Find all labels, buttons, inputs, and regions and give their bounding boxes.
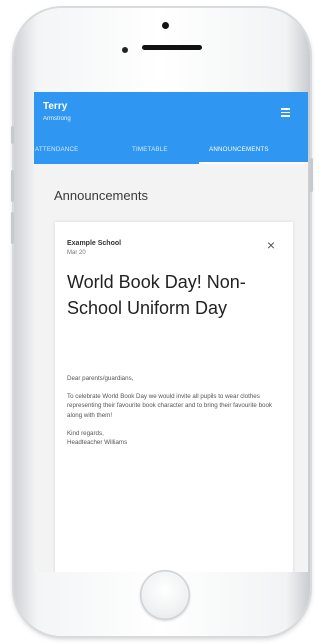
user-subtitle: Armstrong (43, 116, 71, 122)
announcement-message: To celebrate World Book Day we would inv… (67, 393, 272, 419)
user-name: Terry (43, 101, 68, 112)
power-button (310, 158, 313, 192)
menu-icon[interactable] (281, 108, 290, 117)
page-title: Announcements (54, 188, 148, 203)
tab-timetable[interactable]: TIMETABLE (132, 146, 168, 153)
announcement-greeting: Dear parents/guardians, (67, 375, 134, 382)
announcement-title: World Book Day! Non-School Uniform Day (67, 272, 246, 318)
tab-announcements[interactable]: ANNOUNCEMENTS (209, 146, 269, 153)
proximity-sensor (122, 47, 128, 53)
app-screen: Terry Armstrong ATTENDANCE TIMETABLE ANN… (34, 92, 308, 572)
tab-bar: ATTENDANCE TIMETABLE ANNOUNCEMENTS (34, 137, 308, 164)
front-camera (162, 22, 169, 29)
announcement-card: Example School Mar 20 × World Book Day! … (55, 222, 293, 572)
announcement-signoff: Kind regards, (67, 429, 104, 437)
earpiece-speaker (142, 45, 202, 50)
announcement-school: Example School (67, 240, 122, 247)
home-button[interactable] (140, 570, 190, 620)
volume-up-button (11, 170, 14, 202)
announcement-body: Dear parents/guardians, To celebrate Wor… (67, 374, 282, 456)
close-icon[interactable]: × (267, 238, 275, 252)
tab-attendance[interactable]: ATTENDANCE (35, 146, 78, 153)
announcement-signature: Headteacher Williams (67, 439, 128, 447)
announcements-view: Announcements Example School Mar 20 × Wo… (34, 164, 308, 572)
volume-down-button (11, 212, 14, 244)
announcement-date: Mar 20 (67, 250, 86, 256)
app-header: Terry Armstrong ATTENDANCE TIMETABLE ANN… (34, 92, 308, 164)
mute-switch (11, 126, 14, 144)
